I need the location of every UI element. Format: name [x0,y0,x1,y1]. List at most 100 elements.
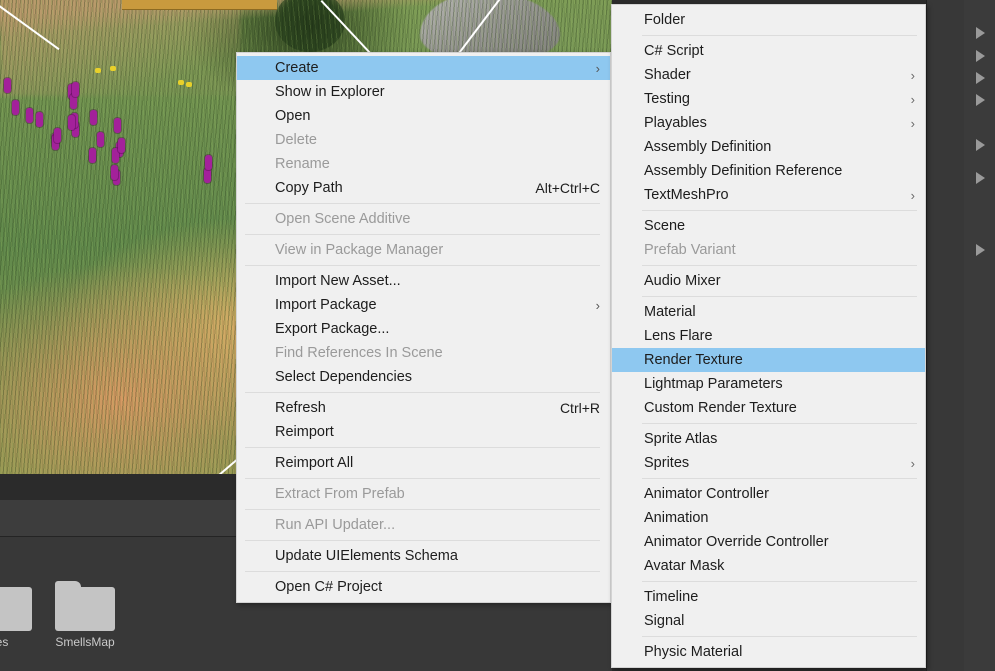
context-menu-item[interactable]: Update UIElements Schema [237,544,610,568]
context-menu-item[interactable]: Import New Asset... [237,269,610,293]
expand-triangle-icon[interactable] [976,139,985,151]
asset-context-menu[interactable]: Create › Show in Explorer Open Delete Rename C… [236,52,611,603]
menu-item-label: Show in Explorer [275,84,385,100]
context-menu-item[interactable]: Reimport [237,420,610,444]
menu-item-label: Custom Render Texture [644,400,797,416]
menu-separator [642,265,917,266]
scene-flower-yellow [178,80,184,85]
menu-separator [642,210,917,211]
menu-item-label: Find References In Scene [275,345,443,361]
menu-item-label: Reimport [275,424,334,440]
context-menu-item: Delete [237,128,610,152]
menu-item-label: Import New Asset... [275,273,401,289]
menu-item-label: Audio Mixer [644,273,721,289]
expand-triangle-icon[interactable] [976,172,985,184]
create-submenu-item[interactable]: Audio Mixer [612,269,925,293]
menu-item-label: Create [275,60,319,76]
create-submenu-item[interactable]: Folder [612,8,925,32]
menu-separator [642,478,917,479]
context-menu-item: Find References In Scene [237,341,610,365]
menu-item-label: Avatar Mask [644,558,725,574]
menu-item-label: Rename [275,156,330,172]
menu-separator [245,234,600,235]
menu-item-label: Assembly Definition [644,139,772,155]
scene-flower-yellow [186,82,192,87]
create-submenu-item[interactable]: Timeline [612,585,925,609]
menu-item-label: Open [275,108,311,124]
menu-separator [642,636,917,637]
context-menu-item[interactable]: Create › [237,56,610,80]
create-submenu-item[interactable]: Avatar Mask [612,554,925,578]
context-menu-item: Run API Updater... [237,513,610,537]
scene-flower [97,132,104,147]
list-item[interactable]: SmellsMap [43,581,127,649]
menu-item-shortcut: Alt+Ctrl+C [535,180,600,196]
menu-item-label: Delete [275,132,317,148]
menu-item-label: Refresh [275,400,326,416]
create-submenu-item[interactable]: Render Texture [612,348,925,372]
scene-flower [72,82,79,97]
menu-separator [245,265,600,266]
menu-separator [245,203,600,204]
create-submenu-item[interactable]: Playables › [612,111,925,135]
menu-item-label: Lightmap Parameters [644,376,783,392]
menu-item-label: Render Texture [644,352,743,368]
context-menu-item[interactable]: Open C# Project [237,575,610,599]
create-submenu-item[interactable]: Assembly Definition [612,135,925,159]
context-menu-item[interactable]: Select Dependencies [237,365,610,389]
context-menu-item: Extract From Prefab [237,482,610,506]
menu-separator [642,35,917,36]
create-submenu-item[interactable]: Testing › [612,87,925,111]
menu-item-label: Material [644,304,696,320]
expand-triangle-icon[interactable] [976,50,985,62]
chevron-right-icon: › [595,60,600,76]
menu-separator [642,423,917,424]
asset-label: SmellsMap [55,635,115,649]
scene-flower-yellow [95,68,101,73]
create-submenu-item[interactable]: Physic Material [612,640,925,664]
create-submenu-item[interactable]: Sprites › [612,451,925,475]
create-submenu-item[interactable]: Sprite Atlas [612,427,925,451]
list-item[interactable]: es [0,581,44,649]
asset-label: es [0,635,9,649]
expand-triangle-icon[interactable] [976,244,985,256]
create-submenu-item[interactable]: C# Script [612,39,925,63]
expand-triangle-icon[interactable] [976,72,985,84]
create-submenu-item[interactable]: Shader › [612,63,925,87]
context-menu-item[interactable]: Show in Explorer [237,80,610,104]
menu-item-label: View in Package Manager [275,242,444,258]
context-menu-item[interactable]: Import Package › [237,293,610,317]
create-submenu-item[interactable]: Lightmap Parameters [612,372,925,396]
right-dock-column [964,0,995,671]
scene-flower [204,168,211,183]
menu-item-label: Playables [644,115,707,131]
create-submenu-item[interactable]: Custom Render Texture [612,396,925,420]
expand-triangle-icon[interactable] [976,27,985,39]
menu-item-label: C# Script [644,43,704,59]
create-submenu-item[interactable]: Assembly Definition Reference [612,159,925,183]
create-submenu-item[interactable]: Signal [612,609,925,633]
create-submenu-item[interactable]: Animator Controller [612,482,925,506]
scene-flower-yellow [110,66,116,71]
folder-icon [0,581,32,631]
create-submenu-item[interactable]: Material [612,300,925,324]
menu-item-label: Folder [644,12,686,28]
menu-item-label: Signal [644,613,685,629]
create-submenu-item[interactable]: Animator Override Controller [612,530,925,554]
create-submenu-item[interactable]: Scene [612,214,925,238]
create-submenu-item[interactable]: Animation [612,506,925,530]
context-menu-item[interactable]: Export Package... [237,317,610,341]
scene-flower [12,100,19,115]
expand-triangle-icon[interactable] [976,94,985,106]
context-menu-item[interactable]: Refresh Ctrl+R [237,396,610,420]
create-submenu-item[interactable]: TextMeshPro › [612,183,925,207]
chevron-right-icon: › [910,115,915,131]
context-menu-item[interactable]: Open [237,104,610,128]
create-submenu[interactable]: Folder C# Script Shader › Testing › Playables ›… [611,4,926,668]
scene-flower [68,115,75,130]
context-menu-item[interactable]: Copy Path Alt+Ctrl+C [237,176,610,200]
menu-item-label: Copy Path [275,180,343,196]
context-menu-item: Rename [237,152,610,176]
context-menu-item[interactable]: Reimport All [237,451,610,475]
create-submenu-item[interactable]: Lens Flare [612,324,925,348]
